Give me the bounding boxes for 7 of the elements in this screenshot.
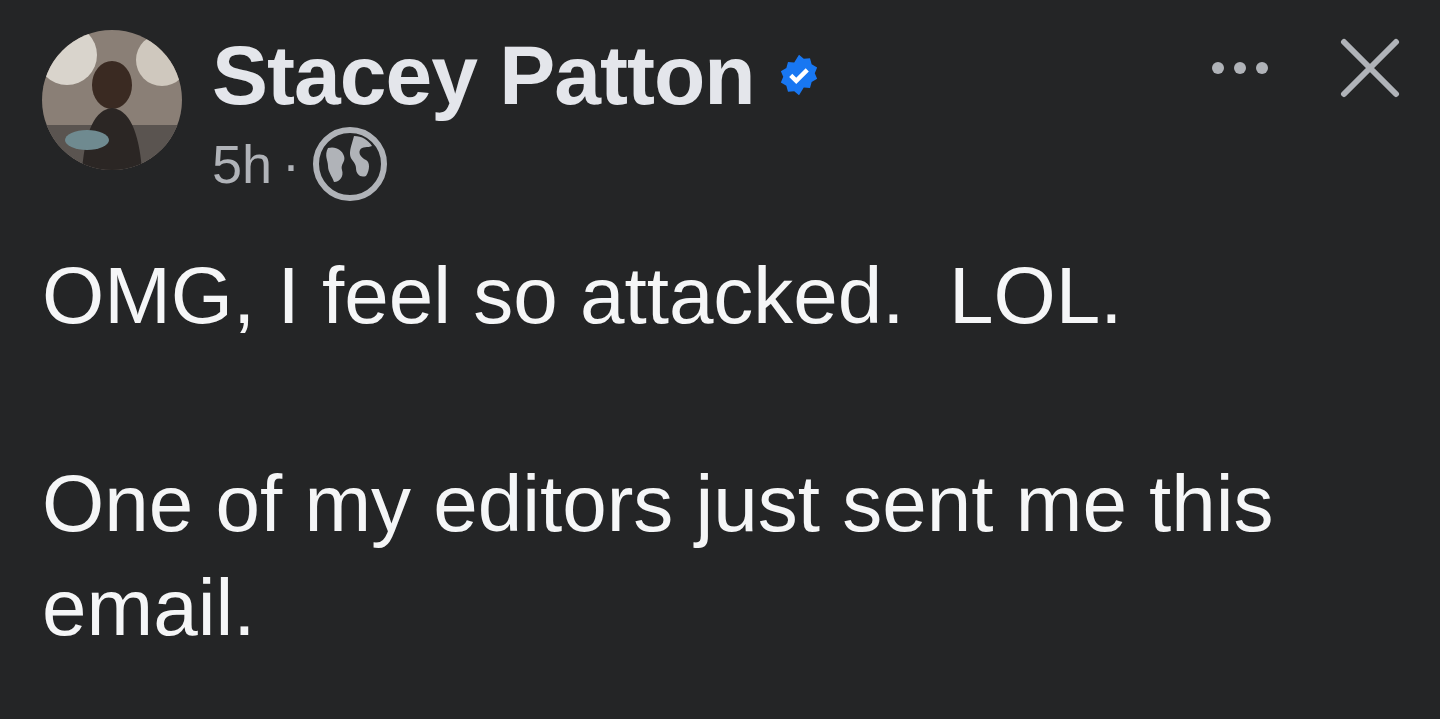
post-time[interactable]: 5h (212, 133, 273, 195)
post-text: One of my editors just sent me this email. (42, 458, 1275, 654)
more-options-icon[interactable] (1210, 60, 1270, 76)
post-text: OMG, I feel so attacked. LOL. (42, 250, 1124, 342)
separator: · (282, 133, 301, 195)
close-icon[interactable] (1340, 38, 1400, 98)
author-name[interactable]: Stacey Patton (212, 26, 755, 124)
